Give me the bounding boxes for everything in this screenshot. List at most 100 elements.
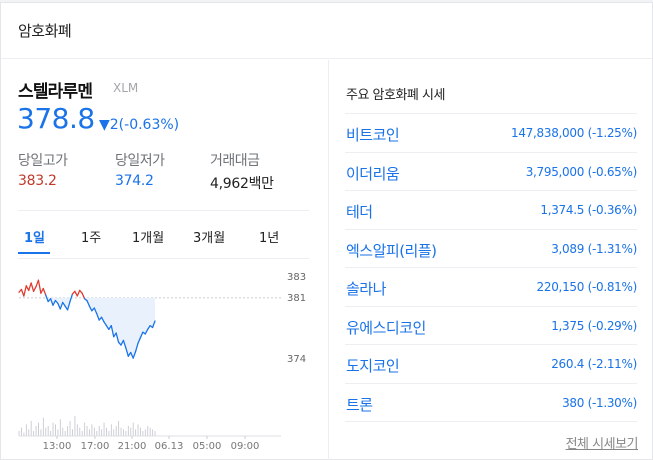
coin-link-value: 260.4 (-2.11%) bbox=[551, 357, 637, 371]
volume-bar bbox=[64, 431, 66, 436]
volume-bar bbox=[52, 422, 54, 436]
volume-bar bbox=[28, 429, 30, 436]
volume-bar bbox=[18, 431, 20, 436]
volume-bar bbox=[81, 431, 83, 436]
volume-bar bbox=[50, 431, 52, 436]
volume-bar bbox=[123, 429, 124, 436]
list-item[interactable]: 엑스알피(리플) 3,089 (-1.31%) bbox=[345, 230, 637, 268]
volume-bar bbox=[130, 427, 132, 436]
x-tick-label: 09:00 bbox=[231, 441, 260, 452]
widget-title: 암호화폐 bbox=[18, 22, 72, 40]
volume-bar bbox=[40, 429, 42, 436]
volume-bar bbox=[25, 424, 27, 436]
volume-bar bbox=[98, 426, 100, 436]
list-item[interactable]: 비트코인 147,838,000 (-1.25%) bbox=[345, 114, 637, 153]
volume-bar bbox=[152, 429, 154, 436]
volume-bar bbox=[67, 426, 69, 436]
y-tick-label: 374 bbox=[287, 354, 306, 365]
coin-link-name[interactable]: 이더리움 bbox=[346, 163, 400, 184]
price-line-segment bbox=[23, 285, 27, 297]
coin-link-value: 1,375 (-0.29%) bbox=[551, 318, 637, 333]
tab-1day[interactable]: 1일 bbox=[24, 227, 45, 246]
list-item[interactable]: 도지코인 260.4 (-2.11%) bbox=[345, 345, 637, 384]
volume-bar bbox=[106, 427, 107, 436]
stat-label-high: 당일고가 bbox=[18, 153, 68, 169]
coin-link-name[interactable]: 비트코인 bbox=[346, 124, 400, 145]
price-line-segment bbox=[76, 289, 81, 297]
volume-bar bbox=[21, 427, 22, 436]
volume-bar bbox=[55, 424, 56, 436]
tab-1month[interactable]: 1개월 bbox=[132, 227, 164, 246]
volume-bar bbox=[45, 427, 47, 436]
volume-bar bbox=[142, 431, 144, 436]
volume-bar bbox=[132, 422, 134, 436]
volume-bar bbox=[127, 426, 129, 436]
market-panel: 주요 암호화폐 시세 비트코인 147,838,000 (-1.25%) 이더리움… bbox=[329, 60, 653, 460]
volume-bar bbox=[125, 431, 127, 436]
view-all-link[interactable]: 전체 시세보기 bbox=[566, 433, 639, 452]
volume-bar bbox=[115, 426, 117, 436]
volume-bar bbox=[93, 427, 95, 436]
coin-link-value: 1,374.5 (-0.36%) bbox=[540, 203, 637, 217]
coin-link-name[interactable]: 도지코인 bbox=[346, 355, 400, 376]
volume-bar bbox=[76, 424, 78, 436]
volume-bar bbox=[91, 424, 93, 436]
volume-bar bbox=[135, 429, 137, 436]
volume-bar bbox=[84, 422, 86, 436]
x-tick-label: 17:00 bbox=[81, 441, 110, 452]
price-line-segment bbox=[37, 279, 42, 294]
volume-bar bbox=[33, 431, 35, 436]
x-tick-label: 05:00 bbox=[193, 441, 222, 452]
list-item[interactable]: 이더리움 3,795,000 (-0.65%) bbox=[345, 153, 638, 191]
volume-bar bbox=[74, 416, 76, 436]
coin-link-value: 3,089 (-1.31%) bbox=[551, 241, 637, 256]
coin-link-name[interactable]: 엑스알피(리플) bbox=[346, 240, 437, 261]
volume-bar bbox=[110, 424, 112, 436]
volume-bar bbox=[30, 421, 32, 436]
price-chart[interactable]: 383 381 374 13:00 17:00 21:00 06.13 05:00 09:00 bbox=[1, 260, 328, 460]
list-item[interactable]: 트론 380 (-1.30%) bbox=[345, 384, 637, 422]
volume-bar bbox=[35, 426, 37, 436]
volume-bar bbox=[137, 424, 139, 436]
stat-label-low: 당일저가 bbox=[115, 153, 165, 169]
coin-name[interactable]: 스텔라루멘 bbox=[18, 77, 93, 102]
coin-link-value: 3,795,000 (-0.65%) bbox=[525, 164, 638, 179]
coin-link-name[interactable]: 솔라나 bbox=[346, 278, 386, 299]
tab-1year[interactable]: 1년 bbox=[259, 227, 279, 246]
tabs-divider bbox=[18, 258, 309, 259]
coin-link-name[interactable]: 트론 bbox=[346, 394, 373, 415]
stat-label-volume: 거래대금 bbox=[210, 153, 260, 169]
tab-1week[interactable]: 1주 bbox=[81, 227, 101, 246]
volume-bar bbox=[144, 429, 146, 436]
volume-bar bbox=[103, 422, 105, 436]
volume-bar bbox=[140, 427, 141, 436]
volume-bar bbox=[101, 429, 103, 436]
volume-bar bbox=[59, 419, 61, 436]
coin-link-name[interactable]: 유에스디코인 bbox=[346, 317, 426, 338]
x-tick-label: 21:00 bbox=[118, 441, 147, 452]
coin-detail-panel: 스텔라루멘 XLM 378.8 ▼2(-0.63%) 당일고가 383.2 당일… bbox=[1, 60, 328, 460]
current-price: 378.8 bbox=[17, 102, 95, 135]
coin-symbol: XLM bbox=[113, 81, 139, 95]
x-tick-label: 06.13 bbox=[155, 441, 184, 452]
coin-link-value: 380 (-1.30%) bbox=[562, 395, 637, 410]
tab-3month[interactable]: 3개월 bbox=[193, 227, 225, 246]
list-item[interactable]: 테더 1,374.5 (-0.36%) bbox=[345, 191, 637, 230]
period-tabs: 1일 1주 1개월 3개월 1년 bbox=[18, 210, 309, 258]
crypto-widget: 암호화폐 스텔라루멘 XLM 378.8 ▼2(-0.63%) 당일고가 383… bbox=[0, 2, 653, 460]
volume-bar bbox=[120, 427, 122, 436]
price-change: ▼2(-0.63%) bbox=[99, 117, 180, 133]
market-list-title: 주요 암호화폐 시세 bbox=[346, 88, 445, 103]
price-line-segment bbox=[42, 287, 47, 296]
volume-bar bbox=[118, 421, 120, 436]
coin-link-value: 220,150 (-0.81%) bbox=[536, 280, 638, 294]
price-line-segment bbox=[28, 282, 32, 292]
volume-bar bbox=[42, 417, 44, 436]
volume-bar bbox=[113, 429, 115, 436]
y-tick-label: 381 bbox=[287, 293, 306, 304]
list-item[interactable]: 유에스디코인 1,375 (-0.29%) bbox=[345, 307, 637, 345]
coin-link-name[interactable]: 테더 bbox=[346, 201, 373, 222]
volume-bar bbox=[47, 426, 49, 436]
list-item[interactable]: 솔라나 220,150 (-0.81%) bbox=[345, 268, 637, 307]
price-line-segment bbox=[30, 282, 35, 292]
